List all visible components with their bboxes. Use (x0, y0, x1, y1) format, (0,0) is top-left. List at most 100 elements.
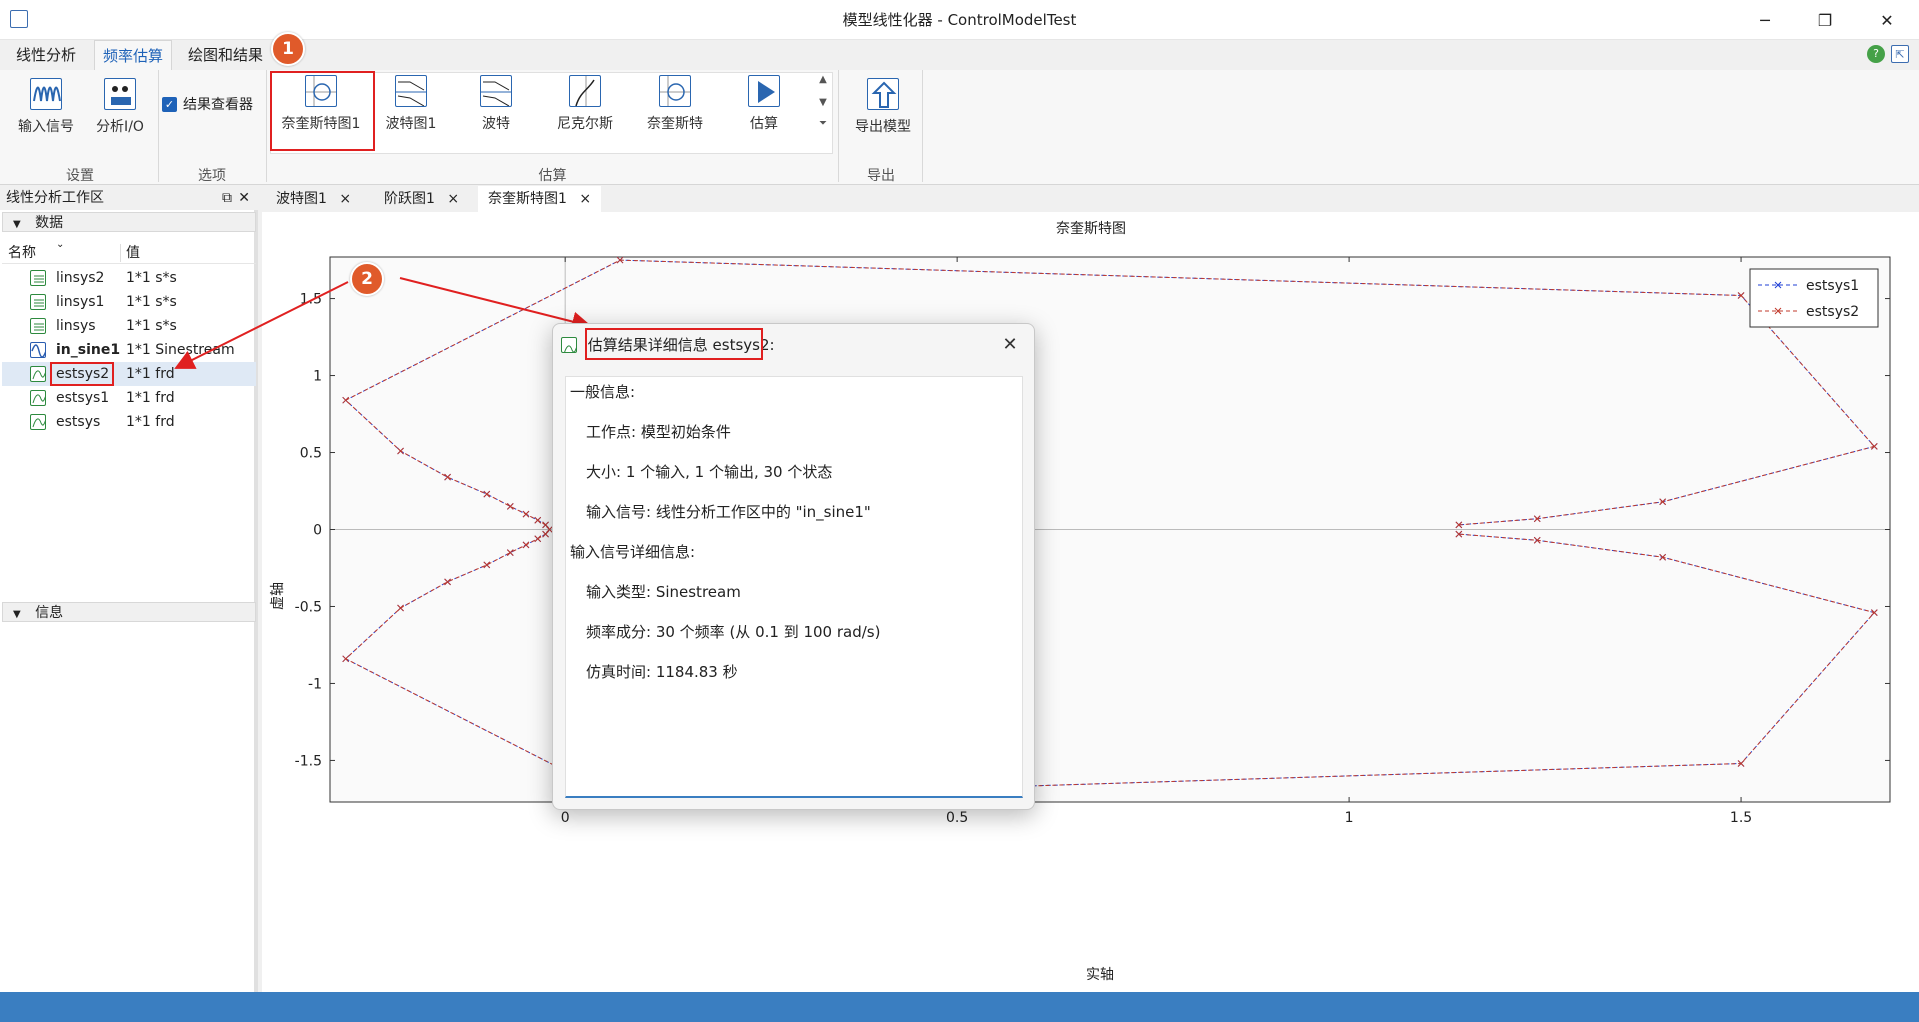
item-value: 1*1 frd (126, 390, 175, 406)
y-axis-label: 虚轴 (270, 582, 286, 610)
status-bar (0, 992, 1919, 1022)
item-name: linsys2 (56, 270, 105, 286)
nyquist-plot-icon (659, 75, 691, 107)
item-name: estsys (56, 414, 101, 430)
annotation-badge-2: 2 (350, 262, 384, 296)
panel-close-icon[interactable]: ✕ (238, 186, 250, 210)
tab-nyquist1-label: 奈奎斯特图1 (488, 191, 567, 207)
frd-model-icon (30, 390, 46, 406)
list-item[interactable]: estsys1 1*1 frd (2, 386, 256, 410)
options-group-label: 选项 (198, 168, 226, 184)
item-value: 1*1 frd (126, 366, 175, 382)
frd-model-icon (30, 366, 46, 382)
operating-point-line: 工作点: 模型初始条件 (586, 423, 731, 441)
input-type-line: 输入类型: Sinestream (586, 583, 741, 601)
collapse-arrow-icon: ▼ (13, 219, 21, 230)
workspace-title: 线性分析工作区 ⧉ ✕ (0, 186, 258, 210)
gallery-scroll-down-icon[interactable]: ▼ (819, 97, 827, 108)
y-tick-label: 1.5 (300, 292, 322, 308)
item-value: 1*1 s*s (126, 294, 177, 310)
list-item[interactable]: estsys 1*1 frd (2, 410, 256, 434)
tab-plots-and-results[interactable]: 绘图和结果 (180, 40, 271, 70)
item-name: estsys1 (56, 390, 110, 406)
x-tick-label: 0 (561, 810, 570, 826)
tab-step1-label: 阶跃图1 (384, 191, 435, 207)
input-signal-button[interactable]: 输入信号 (14, 78, 78, 136)
ribbon-separator (266, 70, 267, 182)
analysis-io-button[interactable]: 分析I/O (88, 78, 152, 136)
bode-plot-icon (480, 75, 512, 107)
help-icon[interactable]: ? (1867, 45, 1885, 63)
maximize-button[interactable]: ❐ (1797, 0, 1853, 40)
data-section-header[interactable]: ▼ 数据 (2, 212, 256, 232)
sine-signal-icon (30, 342, 46, 358)
undock-icon[interactable]: ⧉ (222, 186, 232, 210)
help-icons: ? ⇱ (1867, 45, 1909, 63)
tab-linear-analysis[interactable]: 线性分析 (8, 40, 84, 70)
item-value: 1*1 Sinestream (126, 342, 235, 358)
x-axis-label: 实轴 (1086, 967, 1114, 983)
gallery-bode[interactable]: 波特 (461, 75, 531, 133)
nyquist-chart[interactable]: 奈奎斯特图 实轴 虚轴 0 0.5 1 1.5 -1.5 -1 -0.5 0 0.5 1 1.5 e… (262, 212, 1919, 992)
y-tick-label: -0.5 (295, 599, 322, 615)
chart-title: 奈奎斯特图 (1056, 221, 1126, 237)
tab-bode1[interactable]: 波特图1 × (266, 186, 361, 212)
result-viewer-checkbox-row[interactable]: ✓ 结果查看器 (162, 94, 253, 114)
tab-close-icon[interactable]: × (339, 191, 351, 207)
item-name: in_sine1 (56, 342, 121, 358)
gallery-scroll: ▲ ▼ ⏷ (813, 74, 833, 154)
close-button[interactable]: ✕ (1859, 0, 1915, 40)
ss-model-icon (30, 270, 46, 286)
gallery-nyquist[interactable]: 奈奎斯特 (635, 75, 715, 133)
info-section-header[interactable]: ▼ 信息 (2, 602, 256, 622)
legend-label-estsys1: estsys1 (1806, 278, 1859, 294)
tab-frequency-estimation[interactable]: 频率估算 (94, 40, 173, 70)
input-signal-label: 输入信号 (18, 119, 74, 135)
column-divider (120, 244, 121, 262)
tab-nyquist1[interactable]: 奈奎斯特图1 × (478, 186, 602, 212)
tab-bode1-label: 波特图1 (276, 191, 327, 207)
export-model-button[interactable]: 导出模型 (846, 78, 920, 136)
ribbon-separator (158, 70, 159, 182)
gallery-nichols-label: 尼克尔斯 (557, 116, 613, 132)
column-name-header[interactable]: 名称 (8, 242, 36, 264)
gallery-nichols[interactable]: 尼克尔斯 (545, 75, 625, 133)
nyquist-plot-area: 奈奎斯特图 实轴 虚轴 0 0.5 1 1.5 -1.5 -1 -0.5 0 0.5 1 1.5 e… (262, 212, 1919, 992)
highlight-box-estsys2 (50, 362, 114, 386)
minimize-button[interactable]: ─ (1737, 0, 1793, 40)
list-item[interactable]: linsys2 1*1 s*s (2, 266, 256, 290)
frd-model-icon (30, 414, 46, 430)
setup-group-label: 设置 (66, 168, 94, 184)
gallery-expand-icon[interactable]: ⏷ (819, 118, 827, 129)
gallery-estimate[interactable]: 估算 (729, 75, 799, 133)
highlight-box-nyquist1 (270, 71, 375, 151)
collapse-ribbon-icon[interactable]: ⇱ (1891, 45, 1909, 63)
dialog-close-button[interactable]: ✕ (998, 330, 1022, 360)
gallery-scroll-up-icon[interactable]: ▲ (819, 74, 827, 85)
list-item[interactable]: linsys1 1*1 s*s (2, 290, 256, 314)
linear-analysis-workspace: 线性分析工作区 ⧉ ✕ ▼ 数据 名称 ⌄ 值 linsys2 1*1 s*s … (0, 186, 258, 992)
dialog-title-suffix: : (769, 336, 775, 354)
workspace-title-label: 线性分析工作区 (6, 190, 104, 206)
tab-close-icon[interactable]: × (579, 191, 591, 207)
list-item-selected[interactable]: estsys2 1*1 frd (2, 362, 256, 386)
item-value: 1*1 frd (126, 414, 175, 430)
collapse-arrow-icon: ▼ (13, 609, 21, 620)
info-section-label: 信息 (35, 605, 64, 621)
ss-model-icon (30, 318, 46, 334)
column-value-header[interactable]: 值 (126, 242, 140, 264)
dialog-details-text: 一般信息: 工作点: 模型初始条件 大小: 1 个输入, 1 个输出, 30 个… (565, 376, 1023, 798)
ribbon-separator (922, 70, 923, 182)
frequency-content-line: 频率成分: 30 个频率 (从 0.1 到 100 rad/s) (586, 623, 881, 641)
result-viewer-checkbox[interactable]: ✓ (162, 96, 177, 112)
size-line: 大小: 1 个输入, 1 个输出, 30 个状态 (586, 463, 833, 481)
tab-close-icon[interactable]: × (447, 191, 459, 207)
highlight-box-dialog-title (585, 328, 763, 360)
simulation-time-line: 仿真时间: 1184.83 秒 (586, 663, 738, 681)
gallery-bode1[interactable]: 波特图1 (371, 75, 451, 133)
export-arrow-icon (867, 78, 899, 110)
tab-step1[interactable]: 阶跃图1 × (374, 186, 469, 212)
list-item[interactable]: linsys 1*1 s*s (2, 314, 256, 338)
list-item[interactable]: in_sine1 1*1 Sinestream (2, 338, 256, 362)
ss-model-icon (30, 294, 46, 310)
